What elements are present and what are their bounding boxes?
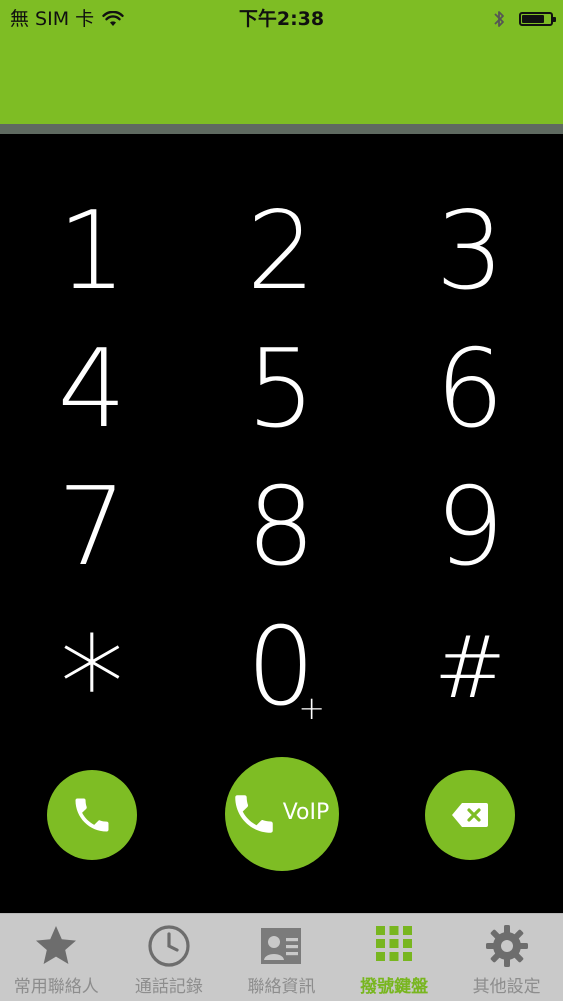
- tab-settings[interactable]: 其他設定: [450, 914, 563, 1001]
- key-9[interactable]: 9: [400, 468, 540, 588]
- key-8[interactable]: 8: [211, 468, 351, 588]
- tab-dialpad[interactable]: 撥號鍵盤: [338, 914, 451, 1001]
- status-time: 下午2:38: [238, 8, 325, 30]
- backspace-button[interactable]: [425, 770, 515, 860]
- tab-label: 通話記錄: [134, 977, 203, 997]
- battery-icon: [519, 12, 556, 26]
- tab-label: 其他設定: [472, 977, 541, 997]
- key-0[interactable]: 0 +: [211, 608, 351, 728]
- phone-icon: [75, 798, 109, 832]
- key-0-plus: +: [298, 689, 325, 727]
- tab-label: 撥號鍵盤: [360, 977, 429, 997]
- key-7[interactable]: 7: [22, 468, 162, 588]
- tab-contacts[interactable]: 聯絡資訊: [225, 914, 338, 1001]
- clock-icon: [148, 925, 190, 967]
- keypad-icon: [376, 926, 413, 961]
- key-6[interactable]: 6: [400, 330, 540, 450]
- bluetooth-icon: [494, 11, 504, 27]
- key-1[interactable]: 1: [22, 192, 162, 312]
- voip-label: VoIP: [282, 799, 330, 825]
- call-button[interactable]: [47, 770, 137, 860]
- voip-call-button[interactable]: VoIP: [225, 757, 339, 871]
- contact-card-icon: [261, 928, 302, 964]
- tab-favorites[interactable]: 常用聯絡人: [0, 914, 113, 1001]
- gear-icon: [485, 925, 528, 967]
- key-4[interactable]: 4: [22, 330, 162, 450]
- key-3[interactable]: 3: [400, 192, 540, 312]
- tab-label: 聯絡資訊: [247, 977, 316, 997]
- key-hash[interactable]: #: [400, 608, 540, 728]
- status-right: [493, 4, 556, 34]
- tab-bar: 常用聯絡人 通話記錄 聯絡資訊 撥號鍵盤 其他設定: [0, 913, 563, 1001]
- key-star[interactable]: *: [22, 619, 162, 749]
- tab-call-history[interactable]: 通話記錄: [113, 914, 226, 1001]
- battery-fill: [522, 15, 544, 23]
- header-divider: [0, 124, 563, 134]
- backspace-icon: [452, 803, 488, 827]
- tab-label: 常用聯絡人: [13, 977, 99, 997]
- key-2[interactable]: 2: [211, 192, 351, 312]
- header-bar: 無 SIM 卡 下午2:38: [0, 0, 563, 124]
- key-5[interactable]: 5: [211, 330, 351, 450]
- phone-icon: [234, 795, 273, 833]
- star-icon: [36, 926, 77, 964]
